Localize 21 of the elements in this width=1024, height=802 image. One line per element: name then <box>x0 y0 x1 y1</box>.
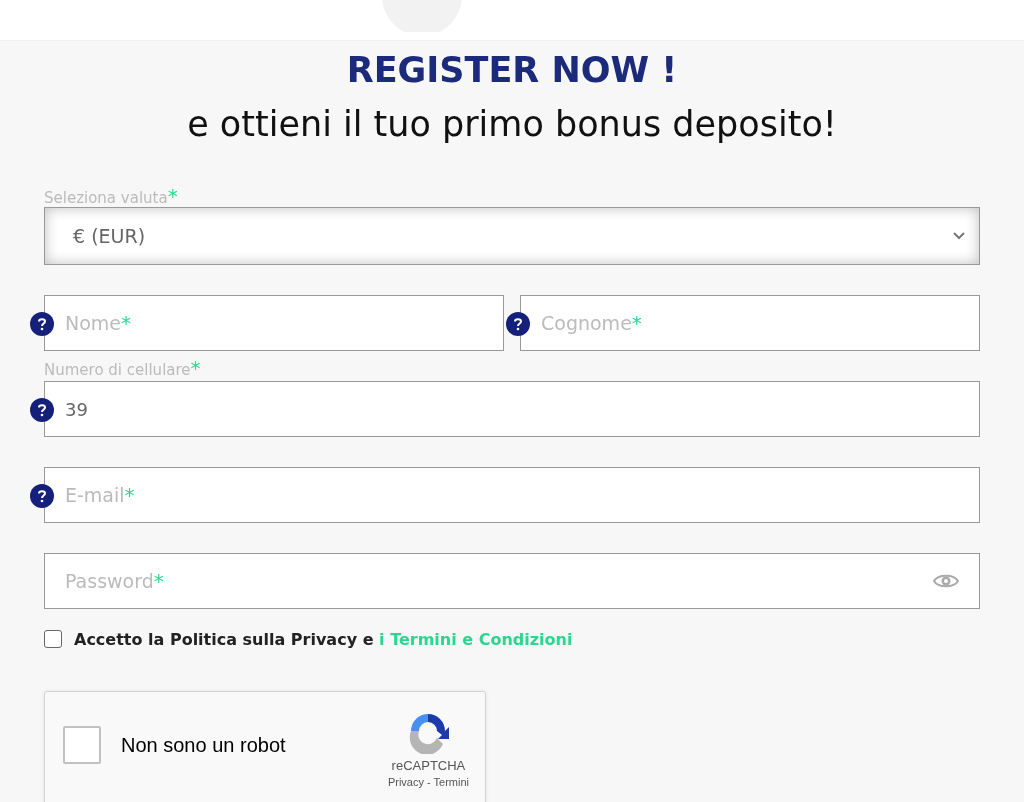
phone-field[interactable]: 39 <box>44 381 980 437</box>
captcha-checkbox[interactable] <box>63 726 101 764</box>
currency-select[interactable]: € (EUR) <box>44 207 980 265</box>
help-icon[interactable] <box>30 312 54 336</box>
captcha-label: Non sono un robot <box>121 734 287 757</box>
captcha-links[interactable]: Privacy - Termini <box>387 776 469 788</box>
field-label: Numero di cellulare* <box>44 357 202 381</box>
help-icon[interactable] <box>30 398 54 422</box>
terms-link[interactable]: i Termini e Condizioni <box>379 629 573 649</box>
consent-text: Accetto la Politica sulla Privacy e i Termini e Condizioni <box>74 629 573 649</box>
chevron-down-icon <box>953 232 965 240</box>
help-icon[interactable] <box>506 312 530 336</box>
checkbox[interactable] <box>44 630 62 648</box>
password-field[interactable]: Password* <box>44 553 980 609</box>
help-icon[interactable] <box>30 484 54 508</box>
email-field[interactable]: E-mail* <box>44 467 980 523</box>
field-label: Seleziona valuta* <box>44 185 179 207</box>
input-field[interactable]: Cognome* <box>520 295 980 351</box>
captcha-brand: reCAPTCHA <box>391 758 466 773</box>
page-title: REGISTER NOW ! <box>345 49 679 92</box>
page-subtitle: e ottieni il tuo primo bonus deposito! <box>186 103 838 146</box>
